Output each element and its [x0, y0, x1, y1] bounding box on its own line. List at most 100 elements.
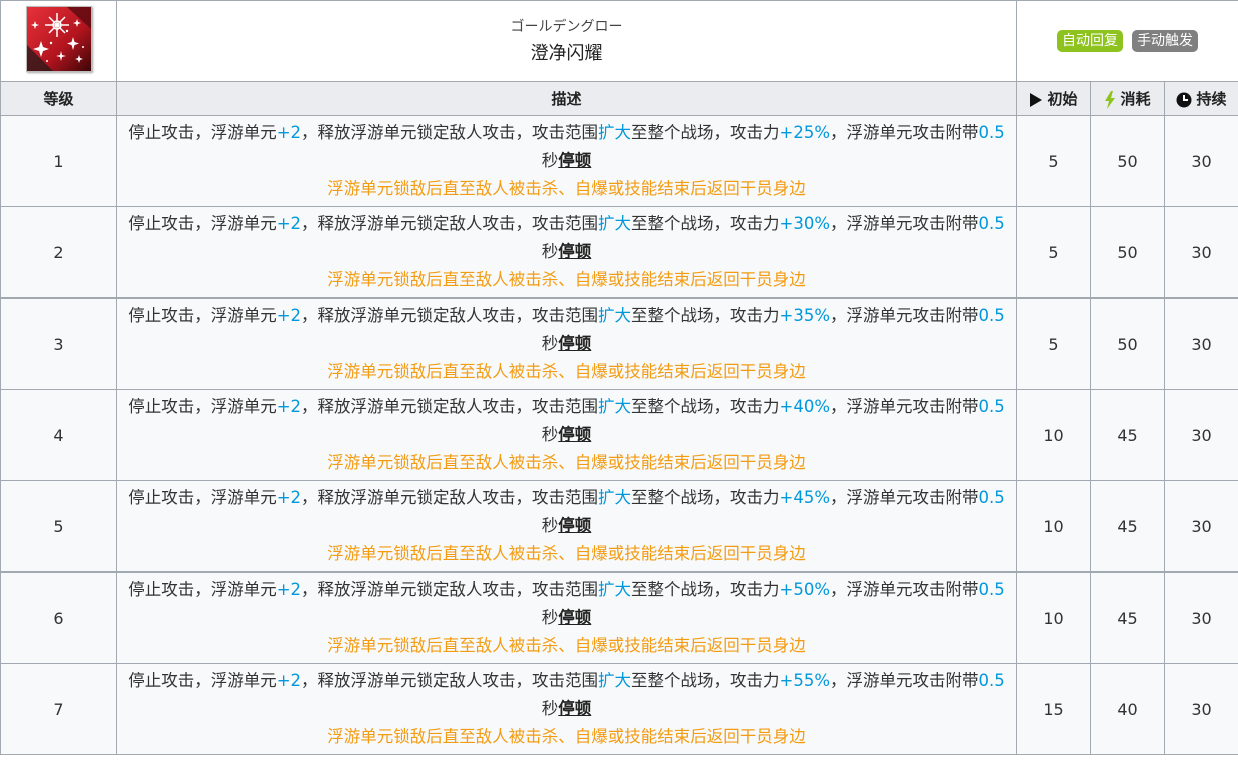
floating-units-value: +2: [276, 671, 302, 690]
stun-term: 停顿: [558, 242, 592, 261]
skill-header-row: ゴールデングロー 澄净闪耀 自动回复 手动触发: [0, 0, 1238, 82]
level-text: 7: [53, 699, 64, 719]
column-header-row: 等级 描述 初始 消耗 持续: [0, 81, 1238, 116]
sp-cost-value: 50: [1090, 297, 1165, 390]
p2-text: ，释放浮游单元锁定敌人攻击，攻击范围: [301, 123, 599, 142]
stun-term: 停顿: [558, 425, 592, 444]
stun-seconds-value: 0.5: [978, 580, 1005, 599]
init-text: 5: [1048, 334, 1059, 354]
level-text: 3: [53, 334, 64, 354]
description-text: 停止攻击，浮游单元+2，释放浮游单元锁定敌人攻击，攻击范围扩大至整个战场，攻击力…: [125, 302, 1008, 358]
stun-term: 停顿: [558, 608, 592, 627]
duration-column-header: 持续: [1164, 81, 1238, 116]
cost-text: 40: [1117, 699, 1138, 719]
initial-sp-value: 10: [1016, 571, 1091, 664]
p4-text: ，浮游单元攻击附带: [830, 580, 979, 599]
description-note: 浮游单元锁敌后直至敌人被击杀、自爆或技能结束后返回干员身边: [327, 270, 806, 289]
initial-sp-value: 15: [1016, 663, 1091, 755]
description-note: 浮游单元锁敌后直至敌人被击杀、自爆或技能结束后返回干员身边: [327, 179, 806, 198]
p4-text: ，浮游单元攻击附带: [830, 671, 979, 690]
p3-text: 至整个战场，攻击力: [631, 488, 780, 507]
stun-term: 停顿: [558, 334, 592, 353]
range-expand-term: 扩大: [598, 397, 632, 416]
cost-text: 45: [1117, 425, 1138, 445]
p3-text: 至整个战场，攻击力: [631, 214, 780, 233]
cost-text: 45: [1117, 608, 1138, 628]
stun-term: 停顿: [558, 151, 592, 170]
manual-trigger-badge: 手动触发: [1132, 30, 1199, 52]
level-number: 2: [0, 206, 117, 299]
description-text: 停止攻击，浮游单元+2，释放浮游单元锁定敌人攻击，攻击范围扩大至整个战场，攻击力…: [125, 119, 1008, 175]
init-text: 10: [1043, 608, 1064, 628]
p3-text: 至整个战场，攻击力: [631, 123, 780, 142]
p4-text: ，浮游单元攻击附带: [830, 397, 979, 416]
level-description: 停止攻击，浮游单元+2，释放浮游单元锁定敌人攻击，攻击范围扩大至整个战场，攻击力…: [116, 571, 1017, 664]
range-expand-term: 扩大: [598, 306, 632, 325]
initial-sp-value: 5: [1016, 115, 1091, 207]
p5-text: 秒: [541, 242, 559, 261]
attack-bonus-value: +25%: [779, 123, 831, 142]
level-text: 5: [53, 516, 64, 536]
duration-label: 持续: [1196, 90, 1227, 108]
initial-sp-value: 10: [1016, 389, 1091, 481]
floating-units-value: +2: [276, 123, 302, 142]
dur-text: 30: [1191, 516, 1212, 536]
cost-text: 45: [1117, 516, 1138, 536]
sp-cost-value: 50: [1090, 206, 1165, 299]
level-description: 停止攻击，浮游单元+2，释放浮游单元锁定敌人攻击，攻击范围扩大至整个战场，攻击力…: [116, 389, 1017, 481]
floating-units-value: +2: [276, 488, 302, 507]
p1-text: 停止攻击，浮游单元: [128, 671, 277, 690]
attack-bonus-value: +55%: [779, 671, 831, 690]
description-note: 浮游单元锁敌后直至敌人被击杀、自爆或技能结束后返回干员身边: [327, 727, 806, 746]
dur-text: 30: [1191, 699, 1212, 719]
attack-bonus-value: +35%: [779, 306, 831, 325]
dur-text: 30: [1191, 334, 1212, 354]
duration-value: 30: [1164, 663, 1238, 755]
level-column-header: 等级: [0, 81, 117, 116]
p1-text: 停止攻击，浮游单元: [128, 123, 277, 142]
p4-text: ，浮游单元攻击附带: [830, 306, 979, 325]
duration-value: 30: [1164, 115, 1238, 207]
floating-units-value: +2: [276, 397, 302, 416]
skill-name-chinese: 澄净闪耀: [530, 43, 603, 64]
p1-text: 停止攻击，浮游单元: [128, 306, 277, 325]
level-description: 停止攻击，浮游单元+2，释放浮游单元锁定敌人攻击，攻击范围扩大至整个战场，攻击力…: [116, 297, 1017, 390]
p1-text: 停止攻击，浮游单元: [128, 488, 277, 507]
p2-text: ，释放浮游单元锁定敌人攻击，攻击范围: [301, 214, 599, 233]
initial-sp-label: 初始: [1047, 90, 1078, 108]
sp-cost-column-header: 消耗: [1090, 81, 1165, 116]
p2-text: ，释放浮游单元锁定敌人攻击，攻击范围: [301, 397, 599, 416]
p2-text: ，释放浮游单元锁定敌人攻击，攻击范围: [301, 488, 599, 507]
attack-bonus-value: +50%: [779, 580, 831, 599]
range-expand-term: 扩大: [598, 671, 632, 690]
range-expand-term: 扩大: [598, 580, 632, 599]
sp-cost-value: 45: [1090, 571, 1165, 664]
sp-cost-label: 消耗: [1120, 90, 1151, 108]
level-row: 1 停止攻击，浮游单元+2，释放浮游单元锁定敌人攻击，攻击范围扩大至整个战场，攻…: [0, 115, 1238, 207]
stun-seconds-value: 0.5: [978, 671, 1005, 690]
p3-text: 至整个战场，攻击力: [631, 580, 780, 599]
level-row: 3 停止攻击，浮游单元+2，释放浮游单元锁定敌人攻击，攻击范围扩大至整个战场，攻…: [0, 297, 1238, 390]
level-row: 7 停止攻击，浮游单元+2，释放浮游单元锁定敌人攻击，攻击范围扩大至整个战场，攻…: [0, 663, 1238, 755]
range-expand-term: 扩大: [598, 488, 632, 507]
description-column-header: 描述: [116, 81, 1017, 116]
p4-text: ，浮游单元攻击附带: [830, 123, 979, 142]
sp-cost-value: 40: [1090, 663, 1165, 755]
level-row: 2 停止攻击，浮游单元+2，释放浮游单元锁定敌人攻击，攻击范围扩大至整个战场，攻…: [0, 206, 1238, 299]
cost-text: 50: [1117, 242, 1138, 262]
skill-table: ゴールデングロー 澄净闪耀 自动回复 手动触发: [0, 0, 1238, 82]
p1-text: 停止攻击，浮游单元: [128, 214, 277, 233]
duration-value: 30: [1164, 389, 1238, 481]
p1-text: 停止攻击，浮游单元: [128, 580, 277, 599]
level-number: 7: [0, 663, 117, 755]
level-number: 1: [0, 115, 117, 207]
level-number: 4: [0, 389, 117, 481]
stun-seconds-value: 0.5: [978, 488, 1005, 507]
level-number: 3: [0, 297, 117, 390]
dur-text: 30: [1191, 608, 1212, 628]
description-note: 浮游单元锁敌后直至敌人被击杀、自爆或技能结束后返回干员身边: [327, 636, 806, 655]
dur-text: 30: [1191, 151, 1212, 171]
clock-icon: [1176, 92, 1192, 107]
p5-text: 秒: [541, 334, 559, 353]
init-text: 5: [1048, 151, 1059, 171]
